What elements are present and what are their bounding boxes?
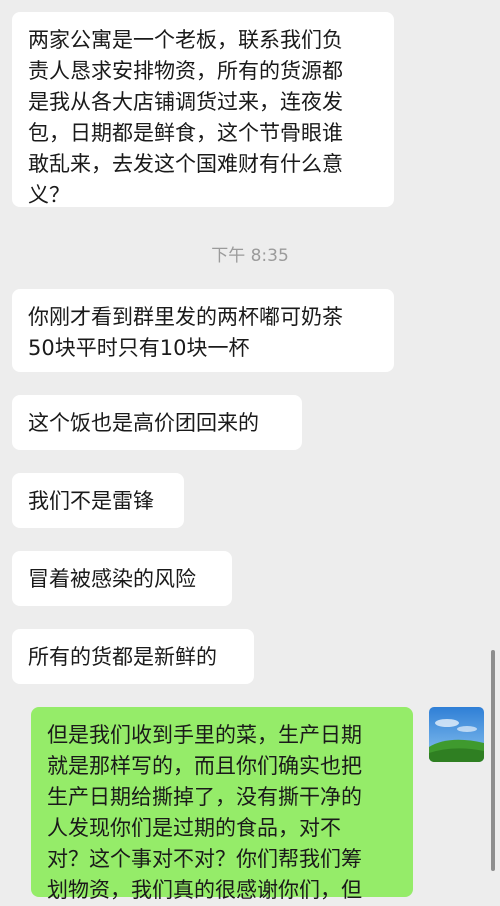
message-bubble[interactable]: 你刚才看到群里发的两杯嘟可奶茶 50块平时只有10块一杯 [12,289,394,372]
message-bubble[interactable]: 我们不是雷锋 [12,473,184,528]
sent-message-bubble[interactable]: 但是我们收到手里的菜，生产日期 就是那样写的，而且你们确实也把 生产日期给撕掉了… [31,707,413,902]
landscape-avatar-icon[interactable] [429,707,484,762]
chat-window: 两家公寓是一个老板，联系我们负 责人恳求安排物资，所有的货源都 是我从各大店铺调… [0,0,500,902]
scrollbar[interactable] [491,650,495,871]
message-bubble[interactable]: 两家公寓是一个老板，联系我们负 责人恳求安排物资，所有的货源都 是我从各大店铺调… [12,12,394,207]
avatar-image [429,707,484,762]
message-bubble[interactable]: 这个饭也是高价团回来的 [12,395,302,450]
message-bubble[interactable]: 冒着被感染的风险 [12,551,232,606]
timestamp: 下午 8:35 [211,246,289,266]
message-bubble[interactable]: 所有的货都是新鲜的 [12,629,254,684]
